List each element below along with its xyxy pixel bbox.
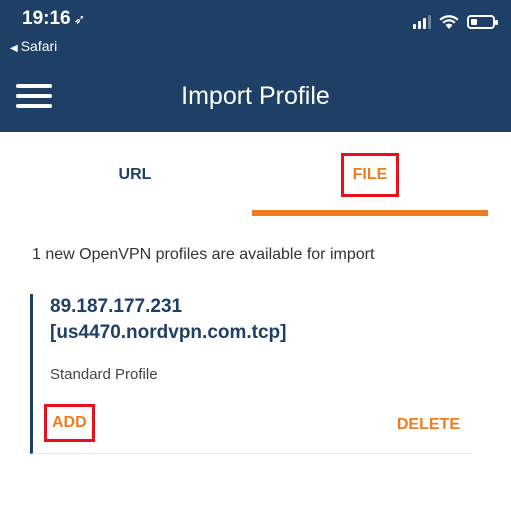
back-app-label: Safari: [20, 38, 58, 54]
back-triangle-icon: ◀: [10, 43, 18, 54]
profile-name: 89.187.177.231 [us4470.nordvpn.com.tcp]: [50, 294, 287, 346]
import-tabs: URL FILE: [0, 132, 511, 218]
tab-url-label: URL: [118, 166, 152, 183]
status-time: 19:16 ➶: [22, 8, 85, 30]
profile-ip: 89.187.177.231: [50, 296, 183, 317]
battery-icon: [467, 15, 498, 29]
tab-file[interactable]: FILE: [252, 132, 488, 218]
location-arrow-icon: ➶: [73, 11, 86, 27]
profile-hostname: [us4470.nordvpn.com.tcp]: [50, 322, 287, 343]
profile-card: 89.187.177.231 [us4470.nordvpn.com.tcp] …: [30, 294, 472, 454]
back-to-app-link[interactable]: ◀ Safari: [10, 38, 57, 54]
status-time-text: 19:16: [22, 8, 71, 29]
status-icons: [413, 14, 498, 30]
active-tab-indicator: [252, 210, 488, 216]
profile-type: Standard Profile: [50, 366, 158, 383]
app-header: 19:16 ➶ ◀ Safari Import Profile: [0, 0, 511, 132]
cellular-signal-icon: [413, 15, 431, 29]
delete-profile-button[interactable]: DELETE: [397, 416, 460, 434]
tab-file-label: FILE: [340, 153, 400, 197]
tab-url[interactable]: URL: [20, 132, 250, 218]
add-profile-button[interactable]: ADD: [44, 404, 95, 442]
page-title: Import Profile: [181, 82, 330, 110]
import-info-text: 1 new OpenVPN profiles are available for…: [32, 246, 375, 263]
wifi-icon: [439, 15, 459, 29]
